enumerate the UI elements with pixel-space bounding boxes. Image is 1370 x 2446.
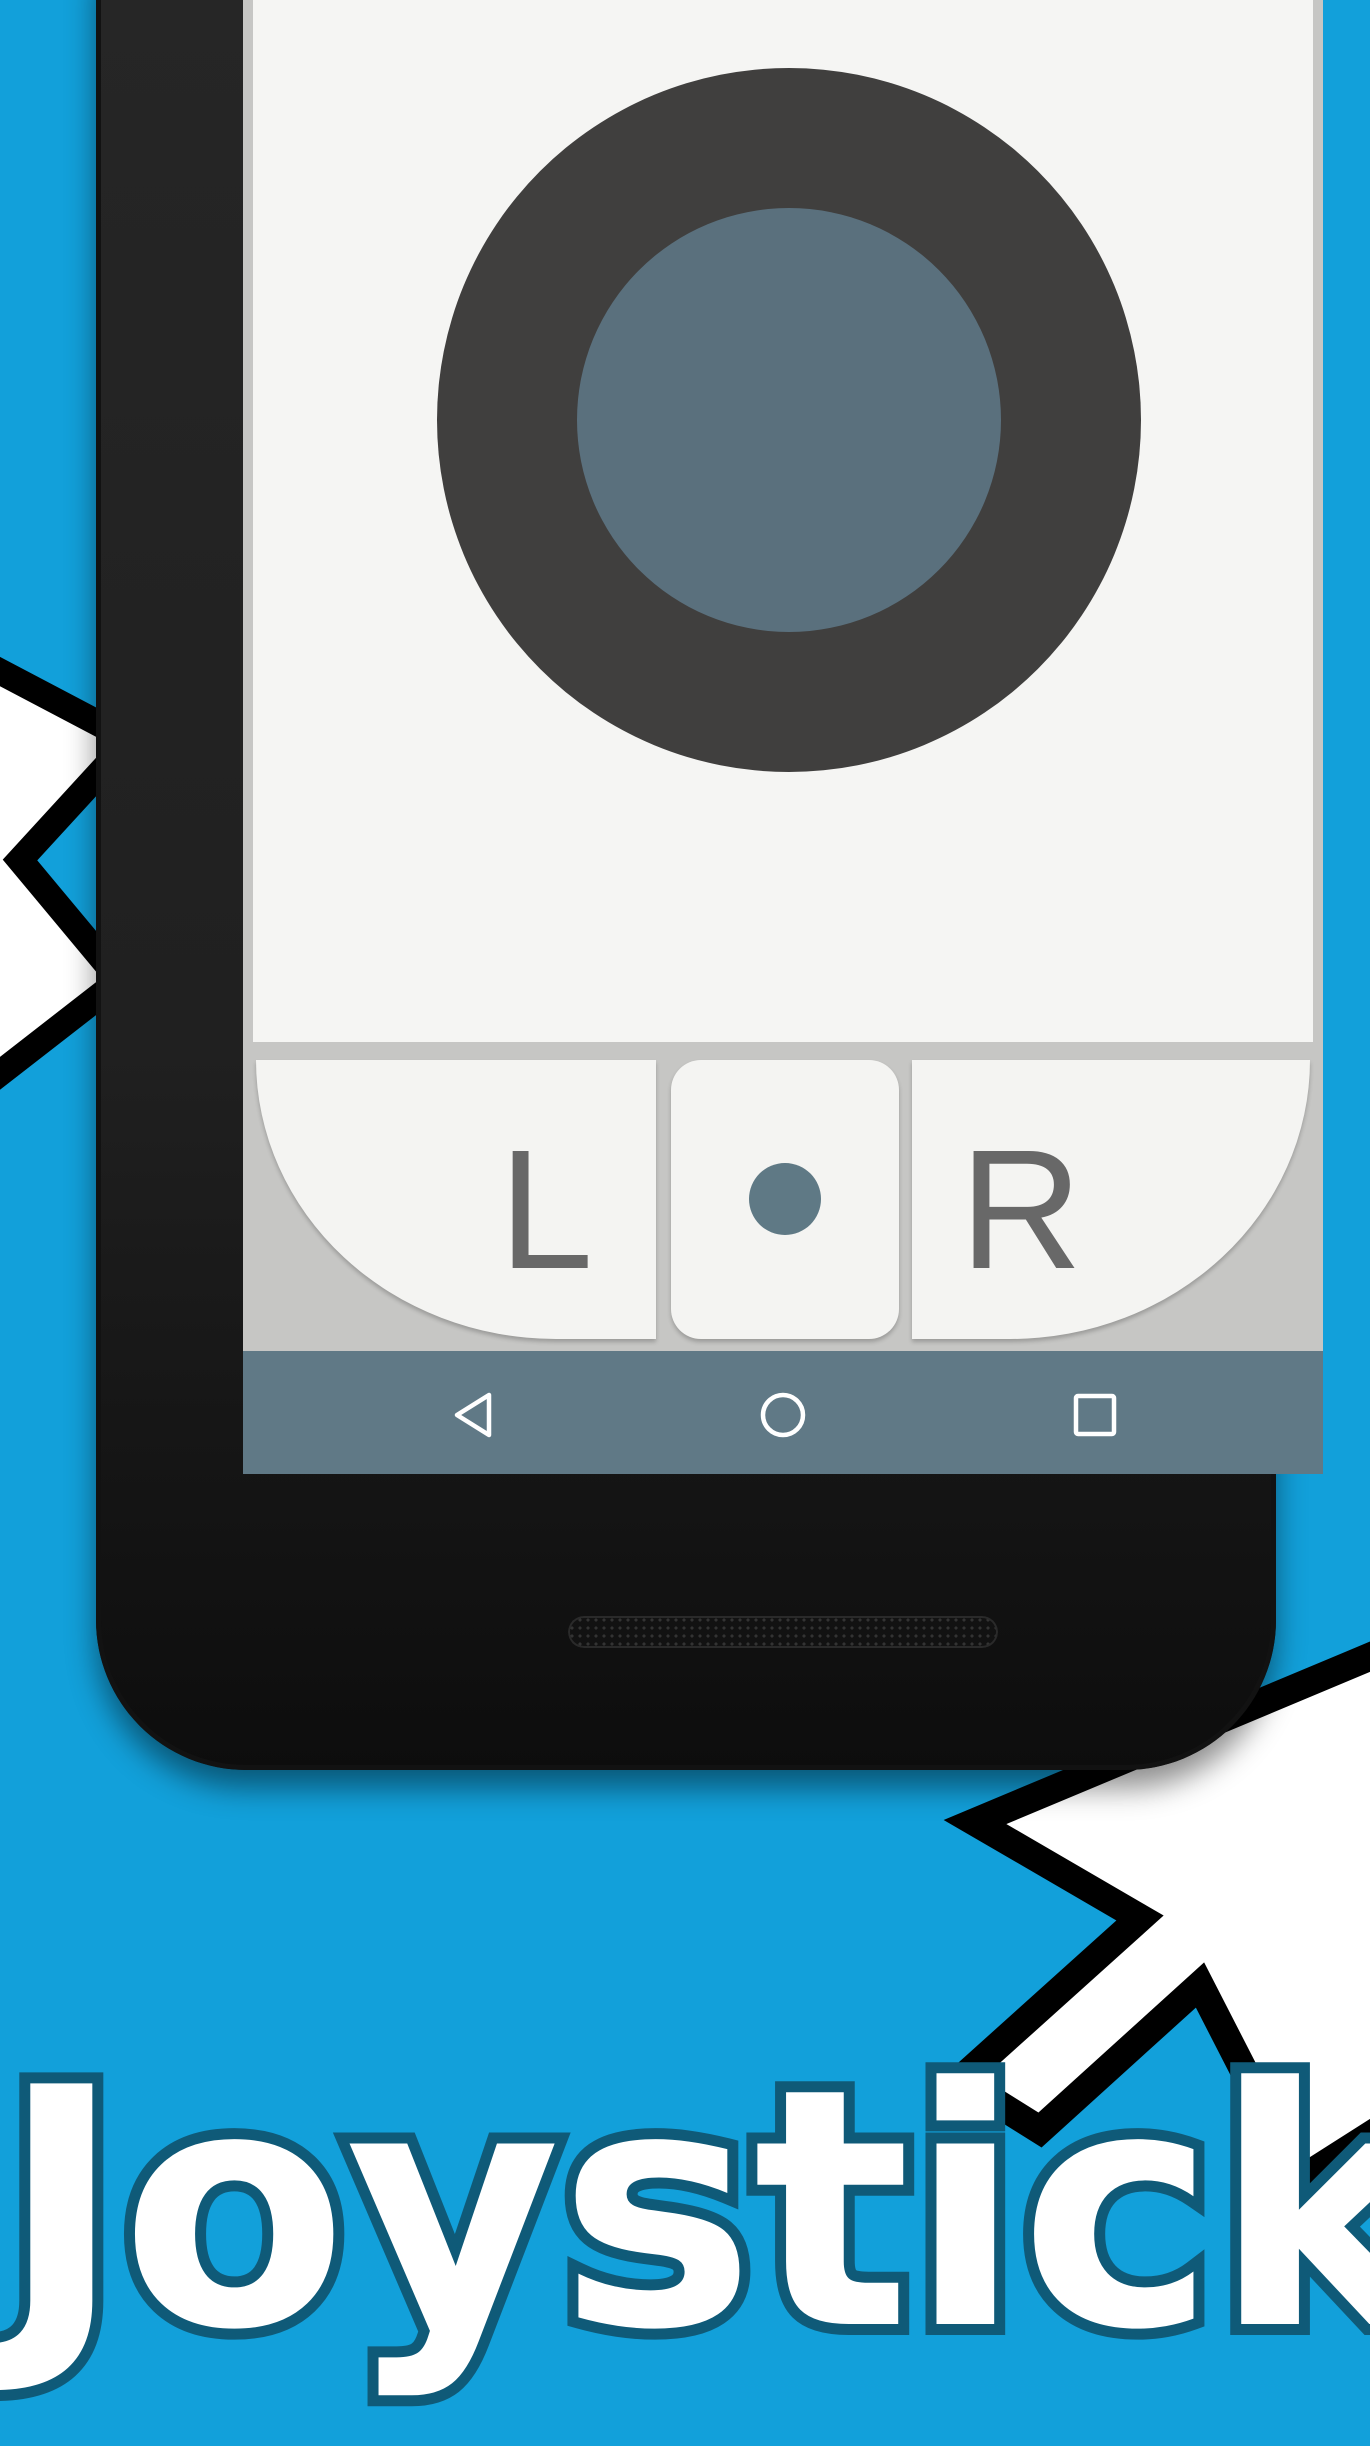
android-nav-bar [243, 1351, 1323, 1474]
right-button-label: R [959, 1114, 1083, 1305]
right-button[interactable]: R [912, 1060, 1310, 1339]
center-button[interactable] [671, 1060, 899, 1339]
recents-icon[interactable] [1071, 1391, 1119, 1439]
joystick-knob[interactable] [577, 208, 1001, 632]
speaker-grille [568, 1616, 998, 1648]
back-icon[interactable] [451, 1391, 499, 1439]
app-title: Joystick [0, 2009, 1370, 2411]
left-button[interactable]: L [256, 1060, 656, 1339]
phone-screen: L R [243, 0, 1323, 1474]
home-icon[interactable] [759, 1391, 807, 1439]
center-dot-icon [749, 1163, 821, 1235]
phone-device: L R [96, 0, 1323, 1770]
joystick-area [253, 0, 1313, 1042]
left-button-label: L [498, 1114, 594, 1305]
